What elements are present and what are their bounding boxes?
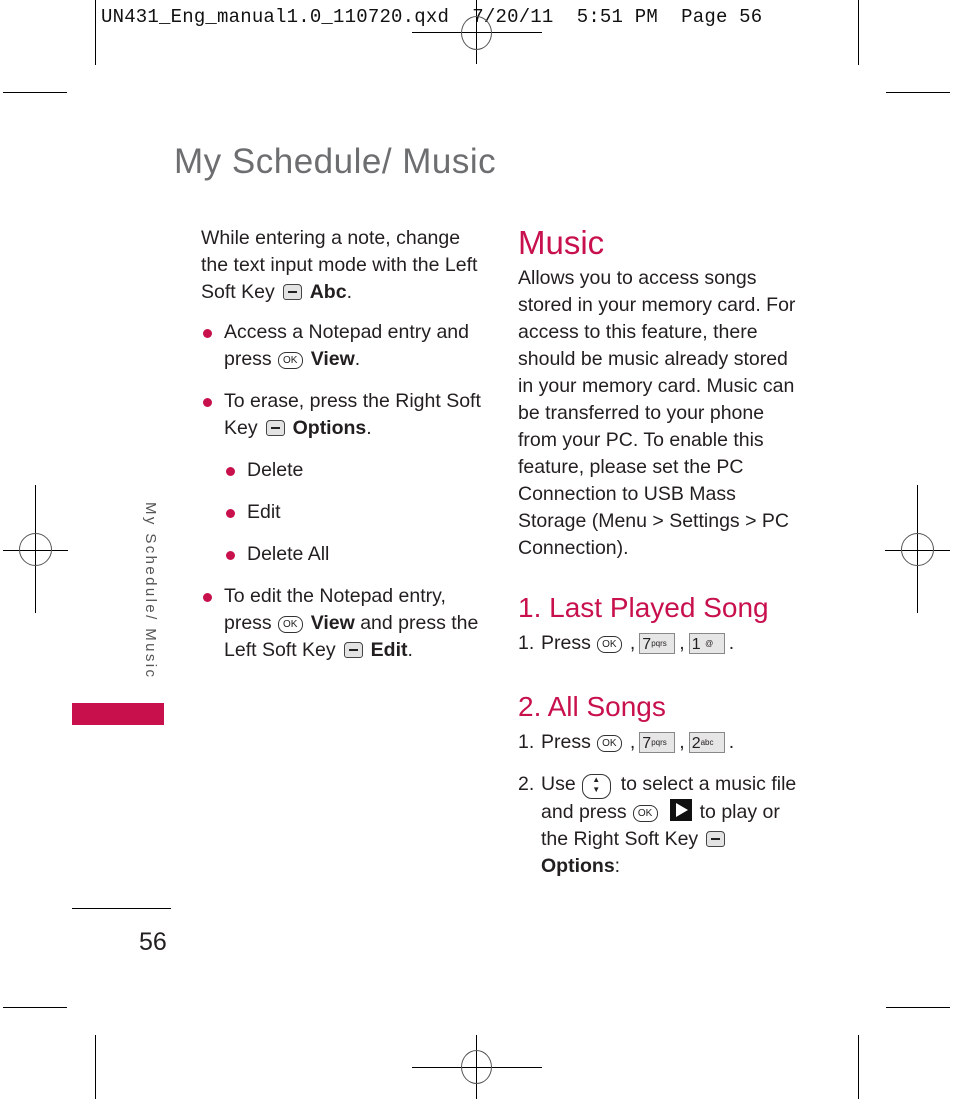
last-played-step-1: 1. Press OK, 7pqrs, 1 @. [518, 630, 808, 657]
bullet-end: . [366, 417, 372, 439]
sub-bullet-text: Delete [247, 459, 304, 481]
folio-rule [72, 908, 171, 909]
soft-key-icon [706, 831, 726, 847]
key-2-icon: 2abc [688, 732, 725, 753]
registration-bottom-circle [461, 1050, 492, 1084]
bullet-dot [203, 329, 212, 338]
step-number: 1. [518, 632, 535, 654]
last-played-song-heading: 1. Last Played Song [518, 592, 769, 623]
view-action: View [310, 348, 355, 370]
view-action: View [310, 612, 355, 634]
registration-left-circle [19, 533, 52, 566]
intro-paragraph: While entering a note, change the text i… [201, 225, 491, 306]
registration-top-circle [461, 16, 492, 50]
bullet-end: . [407, 639, 413, 661]
crop-mark-bottom-right-h [886, 1007, 950, 1008]
all-songs-step-1: 1. Press OK, 7pqrs, 2abc. [518, 729, 808, 756]
slug-time: 5:51 PM [576, 6, 658, 28]
bullet-access-notepad: Access a Notepad entry and press OK View. [201, 319, 491, 373]
crop-mark-top-left-h [3, 92, 67, 93]
edit-action: Edit [370, 639, 408, 661]
options-action: Options [541, 855, 615, 877]
step-number: 2. [518, 773, 535, 795]
crop-mark-bottom-left-h [3, 1007, 67, 1008]
page-number: 56 [139, 928, 167, 956]
side-tab-marker [72, 703, 164, 725]
nav-up-down-key-icon: ▲ ▼ [581, 774, 611, 799]
ok-key-icon: OK [277, 616, 303, 633]
all-songs-heading: 2. All Songs [518, 691, 666, 722]
step-text: Press [541, 632, 591, 654]
key-7-icon: 7pqrs [639, 732, 676, 753]
side-tab-label: My Schedule/ Music [142, 502, 159, 680]
sub-bullet-delete-all: Delete All [224, 541, 491, 568]
slug-page-label: Page 56 [681, 6, 763, 28]
page-title: My Schedule/ Music [174, 142, 497, 181]
ok-key-icon: OK [596, 636, 622, 653]
sub-bullet-text: Delete All [247, 543, 330, 565]
ok-key-icon: OK [596, 735, 622, 752]
slug-filename: UN431_Eng_manual1.0_110720.qxd [101, 6, 450, 28]
left-column: While entering a note, change the text i… [201, 225, 491, 679]
bullet-end: . [354, 348, 361, 370]
step-number: 1. [518, 731, 535, 753]
bullet-dot [226, 509, 235, 518]
crop-mark-top-left-v [95, 0, 96, 65]
crop-mark-bottom-right-v [858, 1035, 859, 1099]
printer-slug: UN431_Eng_manual1.0_110720.qxd 7/20/11 5… [101, 6, 762, 28]
crop-mark-top-right-v [858, 0, 859, 65]
sub-bullet-edit: Edit [224, 499, 491, 526]
bullet-dot [203, 593, 212, 602]
options-action: Options [292, 417, 367, 439]
soft-key-icon [282, 284, 302, 300]
bullet-dot [226, 467, 235, 476]
bullet-edit-entry: To edit the Notepad entry, press OK View a… [201, 583, 491, 664]
abc-action: Abc [309, 281, 347, 303]
right-column: Music Allows you to access songs stored … [518, 225, 808, 880]
sub-bullet-text: Edit [247, 501, 281, 523]
key-7-icon: 7pqrs [639, 633, 676, 654]
key-1-icon: 1 @ [688, 633, 725, 654]
soft-key-icon [343, 642, 363, 658]
music-description: Allows you to access songs stored in you… [518, 267, 796, 559]
crop-mark-bottom-left-v [95, 1035, 96, 1099]
all-songs-step-2: 2. Use ▲ ▼ to select a music file and press… [518, 771, 808, 880]
registration-right-circle [901, 533, 934, 566]
bullet-erase: To erase, press the Right Soft Key Option… [201, 388, 491, 442]
step-text: Press [541, 731, 591, 753]
intro-end: . [346, 281, 352, 303]
crop-mark-top-right-h [886, 92, 950, 93]
soft-key-icon [265, 420, 285, 436]
music-heading: Music [518, 224, 605, 261]
step-text: Use [541, 773, 576, 795]
bullet-dot [203, 398, 212, 407]
sub-bullet-delete: Delete [224, 457, 491, 484]
ok-key-icon: OK [277, 352, 303, 369]
bullet-dot [226, 551, 235, 560]
ok-key-icon: OK [632, 805, 658, 822]
play-icon [669, 799, 692, 821]
step-end: : [614, 855, 621, 877]
